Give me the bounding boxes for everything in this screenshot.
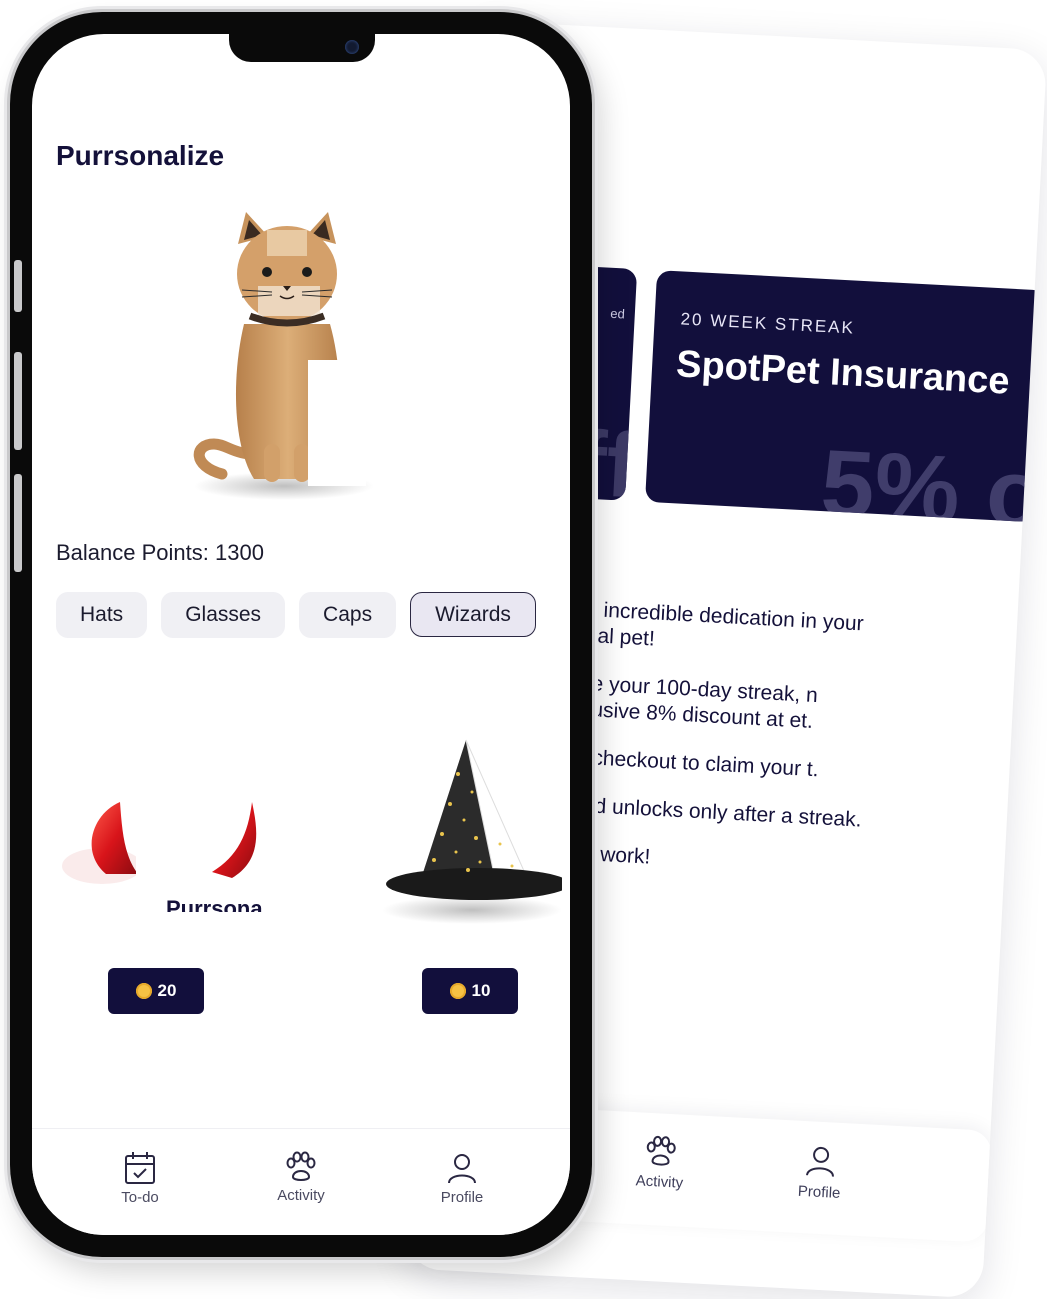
- balance-label: Balance Points:: [56, 540, 209, 565]
- reward-paragraph: e at checkout to claim your t.: [551, 744, 820, 782]
- category-tabs: Hats Glasses Caps Wizards: [56, 592, 536, 638]
- price-badge[interactable]: 20: [108, 968, 204, 1014]
- reward-card-bg-text: 5% o: [818, 430, 1047, 523]
- ghost-title-fragment: Purrsona: [166, 896, 263, 912]
- paw-icon: [646, 1135, 676, 1166]
- nav-activity[interactable]: Activity: [241, 1151, 361, 1204]
- reward-paragraph: own incredible dedication in your virtua…: [557, 596, 865, 651]
- calendar-check-icon: [125, 1152, 155, 1184]
- bottom-nav: To-do Activity Profile: [32, 1128, 570, 1235]
- user-icon: [448, 1154, 476, 1184]
- nav-todo[interactable]: To-do: [80, 1151, 200, 1206]
- balance-points: Balance Points: 1300: [56, 540, 264, 566]
- side-button: [14, 352, 22, 450]
- back-nav-profile[interactable]: Profile: [759, 1141, 882, 1204]
- tab-wizards[interactable]: Wizards: [410, 592, 536, 637]
- tab-hats[interactable]: Hats: [56, 592, 148, 638]
- nav-label: Profile: [440, 1189, 484, 1206]
- price-value: 20: [157, 981, 177, 1000]
- back-nav-label: Profile: [797, 1182, 841, 1202]
- nav-profile[interactable]: Profile: [402, 1151, 522, 1206]
- nav-label: To-do: [121, 1189, 159, 1206]
- phone-frame: Purrsonalize Balance Points: 1300 Hats G…: [10, 12, 592, 1257]
- cat-avatar: [193, 212, 374, 500]
- wizard-hat-item[interactable]: [372, 734, 562, 934]
- tab-glasses[interactable]: Glasses: [161, 592, 286, 638]
- front-camera: [345, 40, 359, 54]
- paw-icon: [286, 1151, 316, 1181]
- user-icon: [806, 1146, 834, 1177]
- reward-description: own incredible dedication in your virtua…: [545, 595, 880, 903]
- tab-caps[interactable]: Caps: [299, 592, 397, 638]
- coin-icon: [449, 983, 466, 999]
- nav-label: Activity: [277, 1187, 325, 1204]
- reward-paragraph: great work!: [545, 840, 651, 869]
- reward-card-caption: ed: [609, 305, 626, 322]
- page-title: Purrsonalize: [56, 140, 225, 171]
- price-badge[interactable]: 10: [422, 968, 518, 1014]
- side-button: [14, 260, 22, 312]
- coin-icon: [135, 983, 152, 999]
- back-nav-label: Activity: [635, 1172, 684, 1192]
- notch: [229, 34, 375, 62]
- balance-value: 1300: [215, 540, 264, 565]
- side-button: [14, 474, 22, 572]
- back-nav-activity[interactable]: Activity: [599, 1132, 722, 1193]
- reward-card-spotpet[interactable]: 20 WEEK STREAK SpotPet Insurance 5% o: [645, 270, 1047, 523]
- reward-paragraph: id and unlocks only after a streak.: [548, 792, 863, 832]
- price-value: 10: [471, 981, 491, 1000]
- reward-paragraph: orate your 100-day streak, n exclusive 8…: [553, 670, 819, 733]
- reward-card-headline: SpotPet Insurance: [675, 343, 1011, 403]
- reward-card-eyebrow: 20 WEEK STREAK: [680, 309, 856, 338]
- phone-screen: Purrsonalize Balance Points: 1300 Hats G…: [32, 34, 570, 1235]
- devil-horns-item[interactable]: [62, 774, 258, 914]
